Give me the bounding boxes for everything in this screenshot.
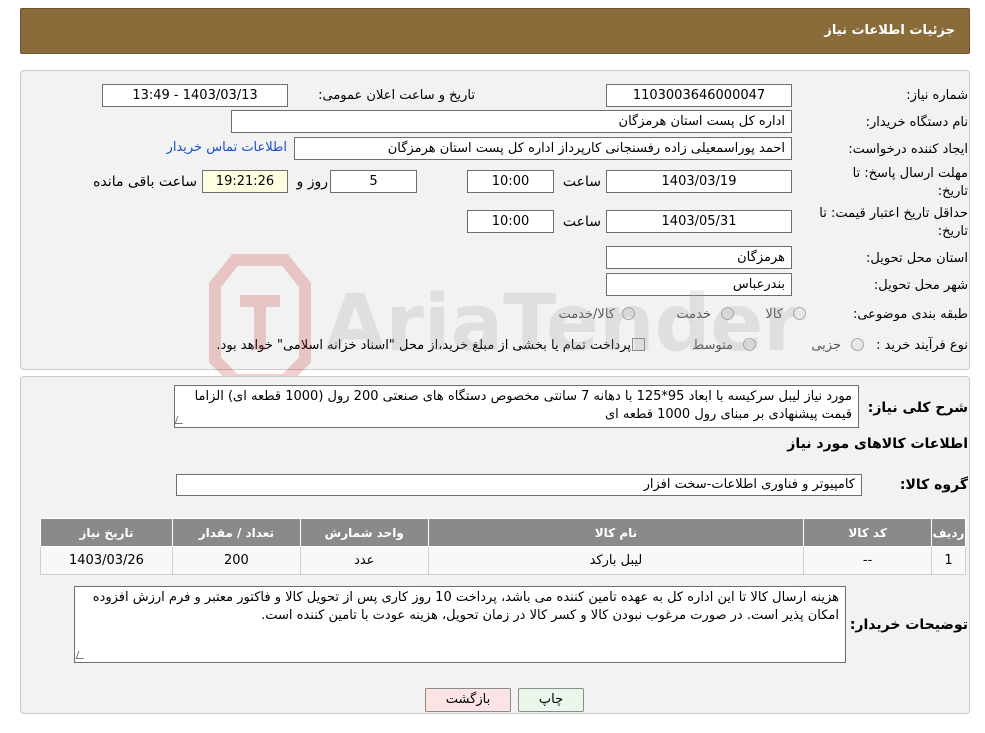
creator-label: ایجاد کننده درخواست: — [848, 142, 968, 157]
remaining-time-field: 19:21:26 — [202, 170, 288, 193]
need-number-label: شماره نیاز: — [906, 88, 968, 103]
days-label: روز و — [296, 174, 329, 190]
cell-unit: عدد — [299, 546, 429, 575]
reply-date-field: 1403/03/19 — [606, 170, 792, 193]
table-row: 1 -- لیبل بارکد عدد 200 1403/03/26 — [40, 546, 966, 575]
creator-field: احمد پوراسمعیلی زاده رفسنجانی کارپرداز ا… — [294, 137, 792, 160]
need-number-field: 1103003646000047 — [606, 84, 792, 107]
col-unit-header: واحد شمارش — [299, 518, 429, 547]
reply-time-label: ساعت — [562, 174, 601, 190]
cell-name: لیبل بارکد — [427, 546, 805, 575]
days-field: 5 — [330, 170, 417, 193]
col-qty-header: تعداد / مقدار — [171, 518, 301, 547]
col-date-header: تاریخ نیاز — [40, 518, 173, 547]
page-header: جزئیات اطلاعات نیاز — [20, 8, 970, 54]
goods-section-title: اطلاعات کالاهای مورد نیاز — [787, 436, 968, 452]
city-label: شهر محل تحویل: — [873, 278, 968, 293]
price-validity-time-field: 10:00 — [467, 210, 554, 233]
province-label: استان محل تحویل: — [866, 251, 968, 266]
buyer-notes-label: توضیحات خریدار: — [849, 617, 968, 633]
description-label: شرح کلی نیاز: — [867, 400, 968, 416]
description-textarea[interactable]: مورد نیاز لیبل سرکیسه با ابعاد 95*125 با… — [174, 385, 859, 428]
price-validity-label: حداقل تاریخ اعتبار قیمت: تا — [819, 206, 968, 221]
reply-deadline-label-2: تاریخ: — [937, 184, 968, 199]
back-button[interactable]: بازگشت — [425, 688, 511, 712]
col-code-header: کد کالا — [803, 518, 933, 547]
reply-deadline-label: مهلت ارسال پاسخ: تا — [852, 166, 968, 181]
process-minor-radio[interactable] — [851, 338, 864, 351]
col-name-header: نام کالا — [427, 518, 805, 547]
cell-code: -- — [803, 546, 933, 575]
announce-label: تاریخ و ساعت اعلان عمومی: — [318, 88, 475, 103]
goods-table-header-row: ردیف کد کالا نام کالا واحد شمارش تعداد /… — [40, 518, 966, 547]
price-validity-date-field: 1403/05/31 — [606, 210, 792, 233]
ariatender-watermark-logo: AriaTender.neT — [209, 254, 795, 386]
price-validity-time-label: ساعت — [562, 214, 601, 230]
announce-field: 1403/03/13 - 13:49 — [102, 84, 288, 107]
cell-qty: 200 — [171, 546, 301, 575]
col-row-header: ردیف — [931, 518, 966, 547]
svg-text:AriaTender.neT: AriaTender.neT — [325, 279, 795, 369]
reply-time-field: 10:00 — [467, 170, 554, 193]
process-label: نوع فرآیند خرید : — [876, 338, 968, 353]
cell-date: 1403/03/26 — [40, 546, 173, 575]
cell-row: 1 — [931, 546, 966, 575]
buyer-contact-link[interactable]: اطلاعات تماس خریدار — [167, 140, 287, 155]
buyer-org-field: اداره کل پست استان هرمزگان — [231, 110, 792, 133]
buyer-notes-textarea[interactable]: هزینه ارسال کالا تا این اداره کل به عهده… — [74, 586, 846, 663]
goods-group-field: کامپیوتر و فناوری اطلاعات-سخت افزار — [176, 474, 862, 496]
page-title: جزئیات اطلاعات نیاز — [824, 23, 955, 38]
price-validity-label-2: تاریخ: — [937, 224, 968, 239]
goods-group-label: گروه کالا: — [899, 477, 968, 493]
print-button[interactable]: چاپ — [518, 688, 584, 712]
goods-table: ردیف کد کالا نام کالا واحد شمارش تعداد /… — [40, 518, 966, 575]
category-label: طبقه بندی موضوعی: — [852, 307, 968, 322]
buyer-org-label: نام دستگاه خریدار: — [865, 115, 968, 130]
goods-table-container: ردیف کد کالا نام کالا واحد شمارش تعداد /… — [40, 518, 966, 575]
process-minor-label: جزیی — [811, 338, 841, 353]
remaining-label: ساعت باقی مانده — [93, 174, 197, 190]
